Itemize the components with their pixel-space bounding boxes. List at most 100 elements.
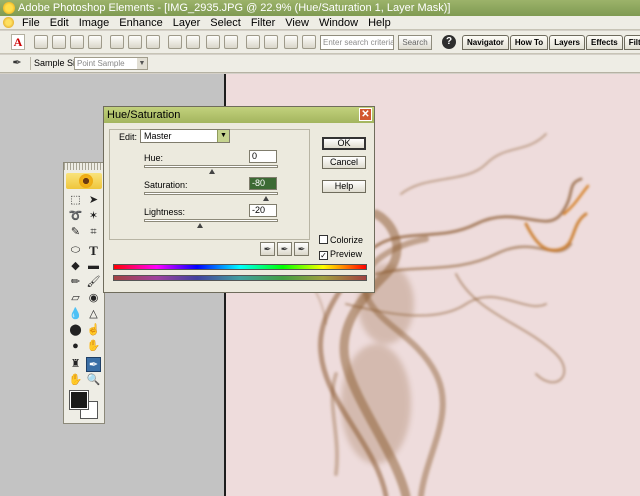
hue-label: Hue: — [144, 153, 164, 163]
add-to-sample-icon[interactable]: ✒ — [277, 242, 292, 256]
browse-icon[interactable] — [70, 35, 84, 49]
eraser-tool-icon[interactable]: ▱ — [68, 291, 83, 306]
tab-how-to[interactable]: How To — [509, 35, 549, 50]
marquee-tool-icon[interactable]: ⬚ — [68, 193, 83, 208]
pencil-tool-icon[interactable]: ✏ — [68, 275, 83, 290]
new-file-icon[interactable] — [34, 35, 48, 49]
dialog-title: Hue/Saturation — [107, 109, 181, 121]
window-title: Adobe Photoshop Elements - [IMG_2935.JPG… — [18, 2, 451, 14]
import-icon[interactable] — [88, 35, 102, 49]
menu-select[interactable]: Select — [205, 16, 246, 30]
hue-slider-thumb[interactable] — [209, 169, 215, 174]
tab-navigator[interactable]: Navigator — [462, 35, 509, 50]
burn-tool-icon[interactable]: ✋ — [86, 339, 101, 354]
email-icon[interactable] — [168, 35, 182, 49]
toolbox-grip[interactable] — [64, 163, 104, 170]
toolbox: ⬚ ➤ ➰ ✶ ✎ ⌗ ⬭ T ◆ ▬ ✏ 🖌 ▱ ◉ 💧 △ ⬤ ☝ ● ✋ … — [63, 162, 105, 424]
edit-label: Edit: — [119, 132, 138, 142]
lightness-field[interactable]: -20 — [249, 204, 277, 217]
check-icon[interactable]: ✓ — [319, 251, 328, 260]
document-menu-icon[interactable] — [3, 17, 14, 28]
sample-size-select[interactable]: Point Sample ▼ — [74, 57, 148, 70]
help-button[interactable]: Help — [322, 180, 366, 193]
search-input[interactable]: Enter search criteria — [320, 35, 394, 50]
quick-fix-icon[interactable] — [284, 35, 298, 49]
move-tool-icon[interactable]: ➤ — [86, 193, 101, 208]
menu-enhance[interactable]: Enhance — [114, 16, 167, 30]
close-icon[interactable]: ✕ — [359, 108, 372, 121]
save-icon[interactable] — [110, 35, 124, 49]
color-variations-icon[interactable] — [302, 35, 316, 49]
brush-tool-icon[interactable]: 🖌 — [86, 275, 101, 290]
menu-filter[interactable]: Filter — [246, 16, 280, 30]
tab-filters[interactable]: Filters — [623, 35, 640, 50]
save-for-web-icon[interactable] — [128, 35, 142, 49]
foreground-color-swatch[interactable] — [69, 390, 89, 410]
eyedropper-icon[interactable]: ✒ — [260, 242, 275, 256]
red-eye-tool-icon[interactable]: ◉ — [86, 291, 101, 306]
chevron-down-icon: ▼ — [137, 58, 147, 69]
blur-tool-icon[interactable]: 💧 — [68, 307, 83, 322]
preview-label: Preview — [330, 249, 363, 259]
dialog-title-bar[interactable]: Hue/Saturation ✕ — [104, 107, 374, 123]
colorize-box[interactable] — [319, 235, 328, 244]
tab-effects[interactable]: Effects — [586, 35, 623, 50]
step-backward-icon[interactable] — [246, 35, 260, 49]
print-preview-icon[interactable] — [224, 35, 238, 49]
crop-tool-icon[interactable]: ⌗ — [86, 225, 101, 240]
edit-value: Master — [144, 131, 172, 141]
lasso-tool-icon[interactable]: ➰ — [68, 209, 83, 224]
hue-field[interactable]: 0 — [249, 150, 277, 163]
sharpen-tool-icon[interactable]: △ — [86, 307, 101, 322]
saturation-slider-thumb[interactable] — [263, 196, 269, 201]
lightness-slider-thumb[interactable] — [197, 223, 203, 228]
open-file-icon[interactable] — [52, 35, 66, 49]
ok-button[interactable]: OK — [322, 137, 366, 150]
menu-window[interactable]: Window — [314, 16, 363, 30]
hand-tool-icon[interactable]: ✋ — [68, 373, 83, 388]
dodge-tool-icon[interactable]: ● — [68, 339, 83, 354]
colorize-checkbox[interactable]: Colorize — [319, 235, 363, 245]
menu-layer[interactable]: Layer — [168, 16, 206, 30]
menu-view[interactable]: View — [280, 16, 314, 30]
menu-help[interactable]: Help — [363, 16, 396, 30]
shape-tool-icon[interactable]: ⬭ — [68, 243, 83, 258]
options-bar: ✒ Sample Size: Point Sample ▼ — [0, 55, 640, 73]
hue-slider[interactable] — [144, 165, 278, 174]
chevron-down-icon: ▼ — [217, 130, 229, 142]
palette-well: Navigator How To Layers Effects Filters — [462, 35, 640, 50]
menu-image[interactable]: Image — [74, 16, 115, 30]
smudge-tool-icon[interactable]: ☝ — [86, 323, 101, 338]
step-forward-icon[interactable] — [264, 35, 278, 49]
pdf-icon[interactable] — [146, 35, 160, 49]
eyedropper-tool-icon[interactable]: ✒ — [10, 57, 24, 70]
gradient-tool-icon[interactable]: ▬ — [86, 259, 101, 274]
hue-saturation-dialog: Hue/Saturation ✕ Edit: Master ▼ Hue: 0 S… — [103, 106, 375, 293]
input-color-bar — [113, 264, 367, 270]
cancel-button[interactable]: Cancel — [322, 156, 366, 169]
subtract-from-sample-icon[interactable]: ✒ — [294, 242, 309, 256]
online-services-icon[interactable] — [186, 35, 200, 49]
lightness-slider[interactable] — [144, 219, 278, 228]
app-icon — [3, 2, 15, 14]
adobe-logo-icon[interactable]: A — [11, 34, 25, 50]
clone-stamp-tool-icon[interactable]: ♜ — [68, 357, 83, 372]
menu-edit[interactable]: Edit — [45, 16, 74, 30]
sponge-tool-icon[interactable]: ⬤ — [68, 323, 83, 338]
tab-layers[interactable]: Layers — [549, 35, 585, 50]
preview-checkbox[interactable]: ✓ Preview — [319, 249, 362, 260]
search-button[interactable]: Search — [398, 35, 432, 50]
edit-select[interactable]: Master ▼ — [140, 129, 230, 143]
saturation-slider[interactable] — [144, 192, 278, 201]
magic-wand-tool-icon[interactable]: ✶ — [86, 209, 101, 224]
selection-brush-tool-icon[interactable]: ✎ — [68, 225, 83, 240]
paint-bucket-tool-icon[interactable]: ◆ — [68, 259, 83, 274]
saturation-field[interactable]: -80 — [249, 177, 277, 190]
type-tool-icon[interactable]: T — [86, 243, 101, 258]
eyedropper-tool-icon[interactable]: ✒ — [86, 357, 101, 372]
menu-file[interactable]: File — [17, 16, 45, 30]
help-icon[interactable]: ? — [442, 35, 456, 49]
zoom-tool-icon[interactable]: 🔍 — [86, 373, 101, 388]
print-icon[interactable] — [206, 35, 220, 49]
adjustment-group — [109, 129, 310, 240]
